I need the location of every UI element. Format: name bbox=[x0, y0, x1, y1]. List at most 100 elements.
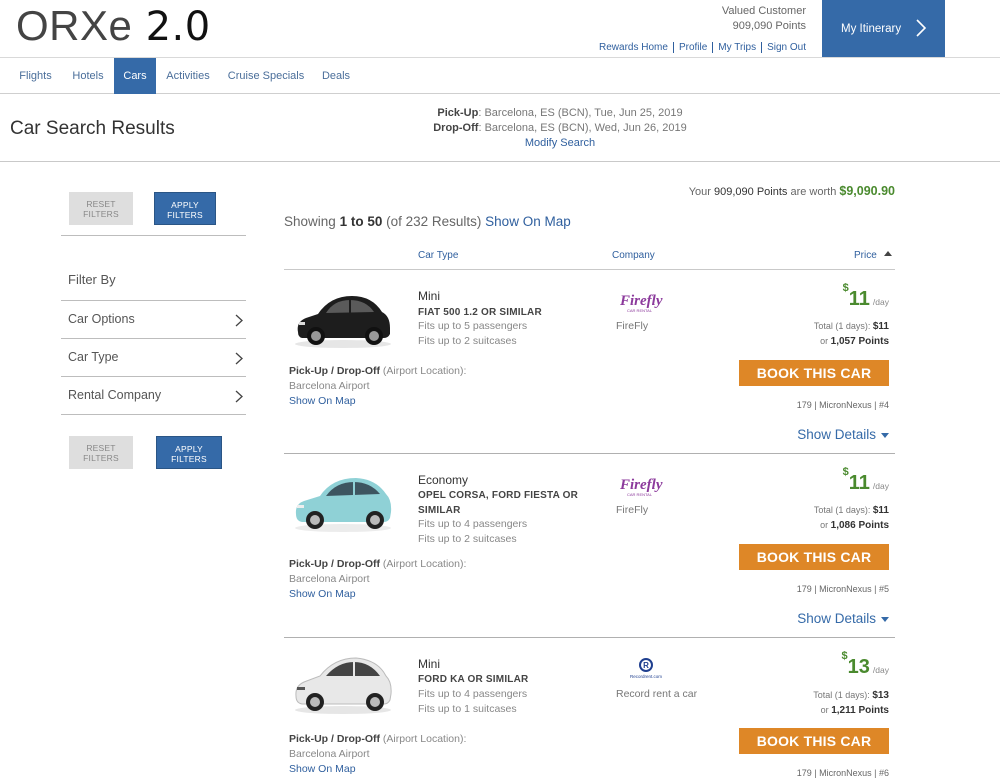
price-value: 11 bbox=[848, 288, 870, 310]
apply-filters-label-2: FILTERS bbox=[171, 454, 207, 464]
tab-deals[interactable]: Deals bbox=[312, 58, 360, 94]
record-logo-subtext: Recordrent.com bbox=[630, 674, 662, 679]
record-logo-letter: R bbox=[643, 661, 649, 670]
apply-filters-label: APPLY bbox=[175, 444, 203, 454]
reset-filters-button[interactable]: RESET FILTERS bbox=[69, 192, 133, 225]
firefly-logo: Firefly CAR RENTAL bbox=[619, 477, 663, 497]
daily-price: $11/day bbox=[843, 466, 889, 495]
search-criteria: Pick-Up: Barcelona, ES (BCN), Tue, Jun 2… bbox=[360, 106, 760, 151]
pickup-location: Pick-Up / Drop-Off (Airport Location): B… bbox=[289, 732, 466, 777]
column-company[interactable]: Company bbox=[612, 250, 655, 261]
pickup-location-type: (Airport Location): bbox=[382, 365, 467, 377]
car-passengers: Fits up to 4 passengers bbox=[418, 518, 528, 530]
filter-car-type-label: Car Type bbox=[68, 350, 119, 364]
filter-rental-company-label: Rental Company bbox=[68, 388, 162, 402]
filter-rental-company[interactable]: Rental Company bbox=[61, 376, 246, 414]
brand-logo[interactable]: ORXe 2.0 bbox=[16, 4, 211, 50]
pickup-location-type: (Airport Location): bbox=[382, 733, 467, 745]
filter-by-heading: Filter By bbox=[68, 272, 116, 287]
car-suitcases: Fits up to 1 suitcases bbox=[418, 703, 517, 715]
tab-hotels[interactable]: Hotels bbox=[62, 58, 114, 94]
filter-car-type[interactable]: Car Type bbox=[61, 338, 246, 376]
tab-cruise-specials[interactable]: Cruise Specials bbox=[220, 58, 312, 94]
show-on-map-link[interactable]: Show On Map bbox=[289, 394, 466, 409]
total-value: $11 bbox=[872, 321, 889, 332]
dropoff-label: Drop-Off bbox=[433, 122, 479, 134]
book-this-car-button[interactable]: BOOK THIS CAR bbox=[739, 728, 889, 754]
car-suitcases: Fits up to 2 suitcases bbox=[418, 335, 517, 347]
total-points: 1,057 Points bbox=[830, 336, 889, 347]
company-name: FireFly bbox=[616, 320, 649, 332]
record-rent-logo: R Recordrent.com bbox=[630, 658, 662, 679]
show-details-toggle[interactable]: Show Details bbox=[797, 611, 889, 626]
sidebar-divider bbox=[61, 235, 246, 236]
pickup-location-label: Pick-Up / Drop-Off bbox=[289, 365, 380, 377]
column-car-type[interactable]: Car Type bbox=[418, 250, 458, 261]
account-name: Valued Customer bbox=[721, 5, 806, 17]
pickup-label: Pick-Up bbox=[437, 107, 479, 119]
pickup-location: Pick-Up / Drop-Off (Airport Location): B… bbox=[289, 557, 466, 602]
chevron-right-icon bbox=[235, 390, 243, 403]
show-details-label: Show Details bbox=[797, 611, 876, 626]
price-unit: /day bbox=[872, 481, 889, 491]
total-value: $13 bbox=[872, 690, 889, 701]
logo-version: 2.0 bbox=[145, 4, 211, 50]
price-value: 11 bbox=[848, 472, 870, 494]
daily-price: $11/day bbox=[843, 282, 889, 311]
apply-filters-button-bottom[interactable]: APPLY FILTERS bbox=[156, 436, 222, 469]
column-price[interactable]: Price bbox=[854, 250, 892, 261]
account-summary: Valued Customer 909,090 Points bbox=[722, 4, 806, 34]
price-unit: /day bbox=[872, 297, 889, 307]
book-this-car-button[interactable]: BOOK THIS CAR bbox=[739, 544, 889, 570]
show-on-map-link[interactable]: Show On Map bbox=[485, 214, 571, 229]
apply-filters-button[interactable]: APPLY FILTERS bbox=[154, 192, 216, 225]
filter-car-options[interactable]: Car Options bbox=[61, 300, 246, 338]
book-this-car-button[interactable]: BOOK THIS CAR bbox=[739, 360, 889, 386]
tab-activities[interactable]: Activities bbox=[156, 58, 220, 94]
dropoff-line: Drop-Off: Barcelona, ES (BCN), Wed, Jun … bbox=[360, 121, 760, 136]
account-points: 909,090 Points bbox=[732, 20, 806, 32]
site-header: ORXe 2.0 Valued Customer 909,090 Points … bbox=[0, 0, 1000, 58]
results-count: Showing 1 to 50 (of 232 Results) Show On… bbox=[284, 214, 571, 229]
show-on-map-link[interactable]: Show On Map bbox=[289, 587, 466, 602]
reset-filters-button-bottom[interactable]: RESET FILTERS bbox=[69, 436, 133, 469]
total-price: Total (1 days): $13 or 1,211 Points bbox=[813, 688, 889, 718]
apply-filters-label-2: FILTERS bbox=[167, 210, 203, 220]
tab-flights[interactable]: Flights bbox=[9, 58, 62, 94]
car-class: Mini bbox=[418, 657, 441, 671]
pickup-location: Pick-Up / Drop-Off (Airport Location): B… bbox=[289, 364, 466, 409]
car-passengers: Fits up to 5 passengers bbox=[418, 320, 528, 332]
total-points: 1,086 Points bbox=[830, 520, 889, 531]
my-itinerary-label: My Itinerary bbox=[841, 22, 902, 35]
sort-ascending-icon bbox=[883, 251, 892, 256]
tab-cars[interactable]: Cars bbox=[114, 58, 156, 94]
show-details-toggle[interactable]: Show Details bbox=[797, 427, 889, 442]
chevron-right-icon bbox=[235, 352, 243, 365]
car-suitcases: Fits up to 2 suitcases bbox=[418, 533, 517, 545]
firefly-logo-text: Firefly bbox=[619, 293, 663, 309]
car-result-card: Mini FORD KA OR SIMILAR Fits up to 4 pas… bbox=[284, 638, 895, 780]
dropoff-value: : Barcelona, ES (BCN), Wed, Jun 26, 2019 bbox=[478, 122, 687, 134]
results-total: (of 232 Results) bbox=[386, 214, 482, 229]
profile-link[interactable]: Profile bbox=[672, 42, 713, 53]
points-worth-amount: $9,090.90 bbox=[839, 184, 895, 198]
rewards-home-link[interactable]: Rewards Home bbox=[594, 42, 673, 53]
points-worth-points: 909,090 Points bbox=[714, 186, 788, 198]
points-worth-mid: are worth bbox=[790, 186, 837, 198]
caret-down-icon bbox=[881, 432, 889, 438]
show-on-map-link[interactable]: Show On Map bbox=[289, 762, 466, 777]
or-label: or bbox=[820, 336, 829, 346]
reset-filters-label-2: FILTERS bbox=[83, 453, 119, 463]
car-class: Mini bbox=[418, 289, 441, 303]
pickup-location-place: Barcelona Airport bbox=[289, 573, 370, 585]
modify-search-link[interactable]: Modify Search bbox=[360, 136, 760, 151]
total-label: Total (1 days): bbox=[813, 690, 870, 700]
sign-out-link[interactable]: Sign Out bbox=[761, 42, 806, 53]
sidebar-divider bbox=[61, 414, 246, 415]
car-image bbox=[295, 478, 392, 532]
my-trips-link[interactable]: My Trips bbox=[712, 42, 762, 53]
my-itinerary-button[interactable]: My Itinerary bbox=[822, 0, 945, 57]
car-model: OPEL CORSA, FORD FIESTA OR SIMILAR bbox=[418, 490, 579, 516]
results-range: 1 to 50 bbox=[339, 214, 383, 229]
reset-filters-label: RESET bbox=[86, 199, 116, 209]
